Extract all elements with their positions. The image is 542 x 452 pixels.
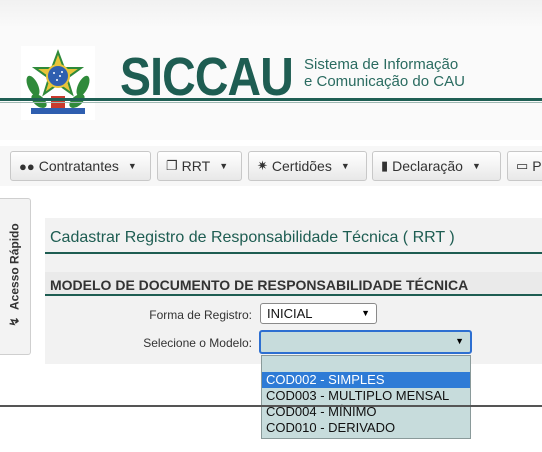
chevron-down-icon: ▼	[340, 161, 350, 171]
book-icon: ▮	[381, 158, 389, 173]
chevron-down-icon: ▼	[127, 161, 137, 171]
logo-subtitle-line2: e Comunicação do CAU	[304, 73, 465, 90]
modelo-option-cod003[interactable]: COD003 - MULTIPLO MENSAL	[262, 388, 470, 404]
nav-print-label: P	[532, 158, 542, 174]
page-title: Cadastrar Registro de Responsabilidade T…	[50, 229, 455, 246]
modelo-option-cod010[interactable]: COD010 - DERIVADO	[262, 420, 470, 436]
siccau-logo: SICCAU	[120, 47, 294, 107]
bolt-icon: ↯	[8, 316, 22, 327]
users-icon: ●●	[19, 158, 35, 174]
nav-rrt-label: RRT	[181, 158, 211, 174]
nav-rrt-button[interactable]: ❐ RRT ▼	[157, 151, 242, 181]
chevron-down-icon: ▼	[219, 161, 229, 171]
nav-declaracao-button[interactable]: ▮ Declaração ▼	[372, 151, 501, 181]
acesso-rapido-label: Acesso Rápido	[8, 223, 22, 310]
chevron-down-icon: ▼	[455, 336, 464, 346]
header-divider	[0, 98, 542, 101]
chevron-down-icon: ▼	[471, 161, 481, 171]
nav-certidoes-button[interactable]: ✷ Certidões ▼	[248, 151, 367, 181]
copy-icon: ❐	[166, 158, 178, 173]
acesso-rapido-label-wrap: ↯ Acesso Rápido	[4, 205, 26, 345]
nav-contratantes-label: Contratantes	[38, 158, 119, 174]
header-divider-thin	[0, 102, 542, 103]
brazil-coat-of-arms-icon	[21, 46, 95, 120]
forma-registro-label: Forma de Registro:	[149, 308, 252, 322]
forma-registro-select[interactable]: INICIAL ▼	[260, 303, 377, 324]
acesso-rapido-text: ↯ Acesso Rápido	[8, 223, 22, 326]
logo-subtitle: Sistema de Informação e Comunicação do C…	[304, 56, 465, 90]
title-underline	[45, 252, 542, 254]
chevron-down-icon: ▼	[361, 308, 370, 318]
selecione-modelo-label: Selecione o Modelo:	[143, 336, 252, 350]
section-underline	[45, 294, 542, 296]
print-icon: ▭	[516, 158, 529, 173]
forma-registro-value: INICIAL	[267, 306, 313, 321]
nav-certidoes-label: Certidões	[271, 158, 332, 174]
footer-divider	[0, 405, 542, 407]
certificate-icon: ✷	[257, 158, 268, 173]
section-title: MODELO DE DOCUMENTO DE RESPONSABILIDADE …	[50, 277, 469, 293]
nav-contratantes-button[interactable]: ●● Contratantes ▼	[10, 151, 151, 181]
logo-subtitle-line1: Sistema de Informação	[304, 56, 459, 73]
nav-declaracao-label: Declaração	[392, 158, 463, 174]
browser-top-strip	[0, 0, 542, 28]
nav-print-button[interactable]: ▭ P	[507, 151, 542, 181]
modelo-option-cod002[interactable]: COD002 - SIMPLES	[262, 372, 470, 388]
selecione-modelo-select[interactable]: ▼	[259, 330, 472, 354]
